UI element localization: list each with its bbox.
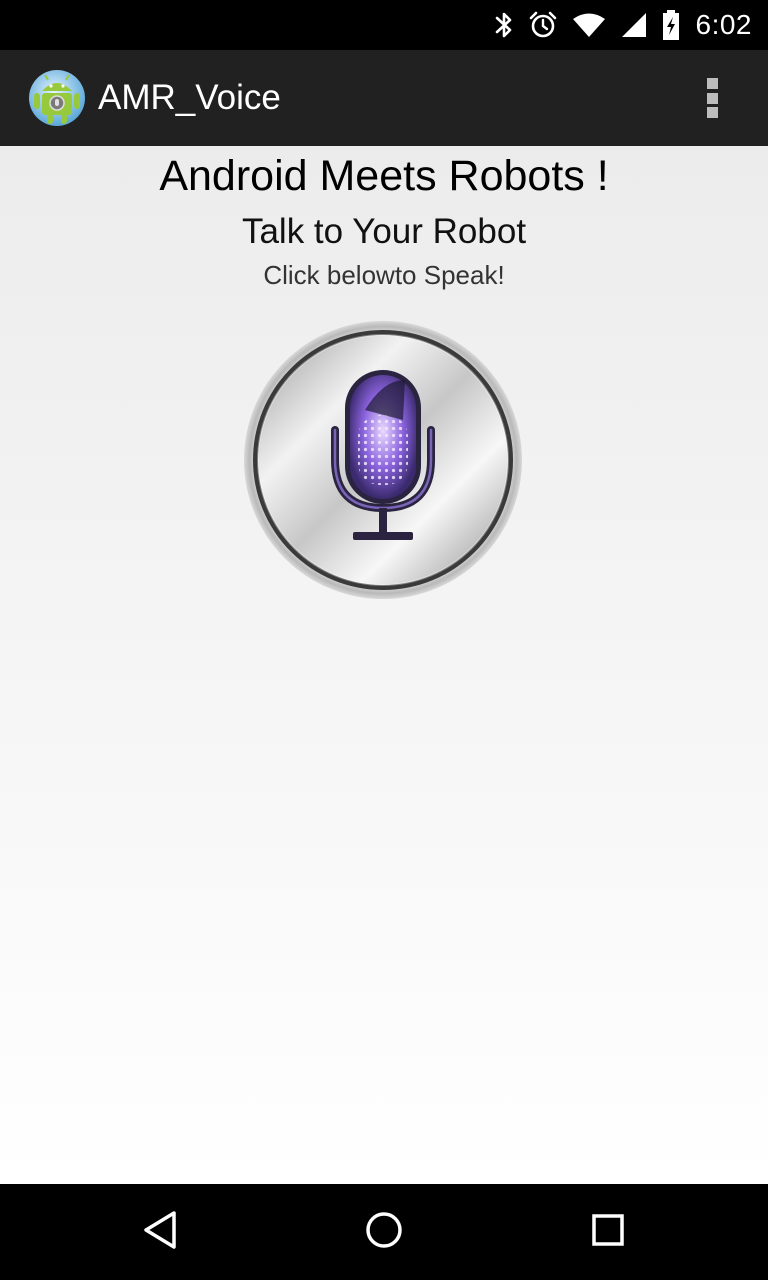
overflow-menu-icon[interactable] xyxy=(696,76,728,120)
instruction-text: Click belowto Speak! xyxy=(263,260,505,290)
bluetooth-icon xyxy=(494,11,514,39)
page-title: Android Meets Robots ! xyxy=(159,152,609,200)
home-button[interactable] xyxy=(354,1202,414,1262)
main-content: Android Meets Robots ! Talk to Your Robo… xyxy=(0,146,768,1184)
cell-signal-icon xyxy=(620,11,648,39)
status-bar: 6:02 xyxy=(0,0,768,50)
wifi-icon xyxy=(572,12,606,38)
battery-charging-icon xyxy=(662,10,680,40)
status-time: 6:02 xyxy=(695,9,752,40)
page-subtitle: Talk to Your Robot xyxy=(241,212,527,251)
microphone-icon xyxy=(243,321,523,604)
overflow-dot xyxy=(706,107,718,118)
home-icon xyxy=(364,1210,404,1255)
action-bar: AMR_Voice xyxy=(0,50,768,146)
navigation-bar xyxy=(0,1184,768,1280)
alarm-icon xyxy=(528,10,558,40)
back-icon xyxy=(140,1210,180,1255)
overflow-dot xyxy=(706,92,718,104)
overflow-dot xyxy=(706,78,718,89)
app-title: AMR_Voice xyxy=(98,78,281,117)
recents-button[interactable] xyxy=(578,1202,638,1262)
back-button[interactable] xyxy=(130,1202,190,1262)
android-robot-app-icon xyxy=(28,69,86,127)
status-icons: 6:02 xyxy=(494,0,753,50)
speak-button[interactable] xyxy=(243,320,523,600)
recents-icon xyxy=(588,1210,628,1255)
